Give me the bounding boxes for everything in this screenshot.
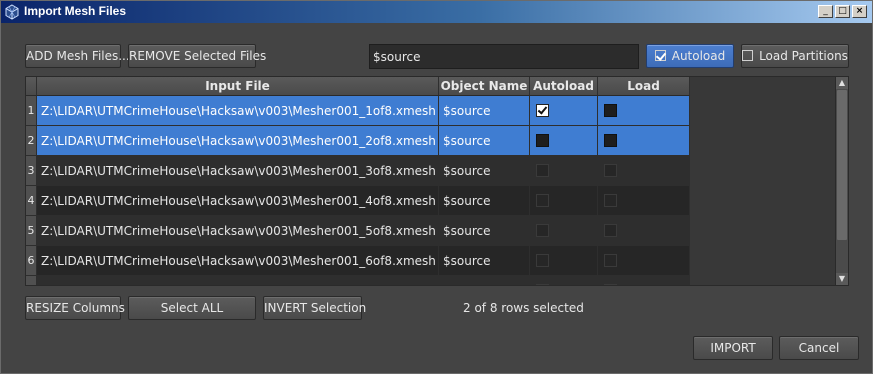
autoload-cell xyxy=(530,216,598,246)
load-partitions-row-checkbox xyxy=(604,284,617,285)
table-row[interactable]: 2 Z:\LIDAR\UTMCrimeHouse\Hacksaw\v003\Mes… xyxy=(26,126,690,156)
load-partitions-row-checkbox xyxy=(604,254,617,267)
autoload-cell xyxy=(530,156,598,186)
autoload-cell xyxy=(530,186,598,216)
load-partitions-row-checkbox xyxy=(604,224,617,237)
resize-columns-button[interactable]: RESIZE Columns xyxy=(25,296,125,320)
select-all-button[interactable]: Select ALL xyxy=(128,296,256,320)
column-header-load-partitions[interactable]: Load Partitions xyxy=(598,77,690,111)
import-mesh-files-dialog: Import Mesh Files _ □ × ADD Mesh Files..… xyxy=(0,0,873,374)
table-row[interactable]: 1 Z:\LIDAR\UTMCrimeHouse\Hacksaw\v003\Mes… xyxy=(26,96,690,126)
import-button[interactable]: IMPORT xyxy=(693,336,773,360)
load-partitions-row-checkbox[interactable] xyxy=(604,104,617,117)
load-partitions-row-checkbox xyxy=(604,194,617,207)
table-row[interactable]: 3 Z:\LIDAR\UTMCrimeHouse\Hacksaw\v003\Mes… xyxy=(26,156,690,186)
column-header-autoload[interactable]: Autoload xyxy=(530,77,598,96)
minimize-button[interactable]: _ xyxy=(818,5,833,18)
load-partitions-cell xyxy=(598,96,690,126)
object-name-cell[interactable]: $source xyxy=(439,276,530,285)
load-partitions-cell xyxy=(598,156,690,186)
autoload-toggle[interactable]: Autoload xyxy=(646,44,734,68)
row-number[interactable]: 6 xyxy=(26,246,37,276)
input-file-cell[interactable]: Z:\LIDAR\UTMCrimeHouse\Hacksaw\v003\Mesh… xyxy=(37,186,439,216)
scroll-thumb[interactable] xyxy=(837,90,847,240)
autoload-cell xyxy=(530,276,598,285)
row-number[interactable]: 4 xyxy=(26,186,37,216)
autoload-row-checkbox[interactable] xyxy=(536,134,549,147)
input-file-cell[interactable]: Z:\LIDAR\UTMCrimeHouse\Hacksaw\v003\Mesh… xyxy=(37,276,439,285)
autoload-row-checkbox[interactable] xyxy=(536,104,549,117)
object-name-cell[interactable]: $source xyxy=(439,246,530,276)
autoload-cell xyxy=(530,246,598,276)
table-row[interactable]: 6 Z:\LIDAR\UTMCrimeHouse\Hacksaw\v003\Mes… xyxy=(26,246,690,276)
invert-selection-button[interactable]: INVERT Selection xyxy=(263,296,366,320)
maximize-button[interactable]: □ xyxy=(835,5,850,18)
row-number[interactable]: 5 xyxy=(26,216,37,246)
add-mesh-files-button[interactable]: ADD Mesh Files... xyxy=(25,44,130,68)
selection-status: 2 of 8 rows selected xyxy=(463,301,584,315)
load-partitions-cell xyxy=(598,276,690,285)
row-number[interactable]: 2 xyxy=(26,126,37,156)
window-title: Import Mesh Files xyxy=(24,4,127,18)
load-partitions-cell xyxy=(598,126,690,156)
object-name-cell[interactable]: $source xyxy=(439,96,530,126)
object-name-cell[interactable]: $source xyxy=(439,216,530,246)
title-bar[interactable]: Import Mesh Files _ □ × xyxy=(1,1,872,23)
row-number[interactable]: 3 xyxy=(26,156,37,186)
load-partitions-row-checkbox[interactable] xyxy=(604,134,617,147)
load-partitions-cell xyxy=(598,216,690,246)
input-file-cell[interactable]: Z:\LIDAR\UTMCrimeHouse\Hacksaw\v003\Mesh… xyxy=(37,96,439,126)
object-name-cell[interactable]: $source xyxy=(439,126,530,156)
column-header-input-file[interactable]: Input File xyxy=(37,77,439,96)
table-row[interactable]: 4 Z:\LIDAR\UTMCrimeHouse\Hacksaw\v003\Mes… xyxy=(26,186,690,216)
scroll-up-arrow-icon[interactable]: ▲ xyxy=(836,77,848,89)
input-file-cell[interactable]: Z:\LIDAR\UTMCrimeHouse\Hacksaw\v003\Mesh… xyxy=(37,216,439,246)
autoload-label: Autoload xyxy=(671,49,726,63)
autoload-row-checkbox xyxy=(536,284,549,285)
autoload-row-checkbox xyxy=(536,254,549,267)
load-partitions-label: Load Partitions xyxy=(759,49,848,63)
close-button[interactable]: × xyxy=(852,5,867,18)
mesh-files-table: Input File Object Name Autoload Load Par… xyxy=(25,76,849,286)
table-row[interactable]: 5 Z:\LIDAR\UTMCrimeHouse\Hacksaw\v003\Mes… xyxy=(26,216,690,246)
input-file-cell[interactable]: Z:\LIDAR\UTMCrimeHouse\Hacksaw\v003\Mesh… xyxy=(37,126,439,156)
load-partitions-row-checkbox xyxy=(604,164,617,177)
input-file-cell[interactable]: Z:\LIDAR\UTMCrimeHouse\Hacksaw\v003\Mesh… xyxy=(37,246,439,276)
input-file-cell[interactable]: Z:\LIDAR\UTMCrimeHouse\Hacksaw\v003\Mesh… xyxy=(37,156,439,186)
autoload-cell xyxy=(530,126,598,156)
load-partitions-cell xyxy=(598,186,690,216)
column-header-object-name[interactable]: Object Name xyxy=(439,77,530,96)
source-name-input[interactable] xyxy=(369,44,639,69)
object-name-cell[interactable]: $source xyxy=(439,186,530,216)
load-partitions-cell xyxy=(598,246,690,276)
autoload-row-checkbox xyxy=(536,224,549,237)
table-row[interactable]: 7Z:\LIDAR\UTMCrimeHouse\Hacksaw\v003\Mes… xyxy=(26,276,690,285)
autoload-checkbox[interactable] xyxy=(654,50,666,61)
mesh-app-icon xyxy=(5,4,19,20)
cancel-button[interactable]: Cancel xyxy=(779,336,859,360)
load-partitions-toggle[interactable]: Load Partitions xyxy=(741,44,849,68)
row-number[interactable]: 1 xyxy=(26,96,37,126)
vertical-scrollbar[interactable]: ▲ ▼ xyxy=(835,77,848,285)
row-number-header xyxy=(26,77,37,96)
object-name-cell[interactable]: $source xyxy=(439,156,530,186)
scroll-down-arrow-icon[interactable]: ▼ xyxy=(836,273,848,285)
load-partitions-checkbox[interactable] xyxy=(742,50,754,61)
row-number[interactable]: 7 xyxy=(26,276,37,285)
autoload-row-checkbox xyxy=(536,164,549,177)
autoload-cell xyxy=(530,96,598,126)
autoload-row-checkbox xyxy=(536,194,549,207)
remove-selected-files-button[interactable]: REMOVE Selected Files xyxy=(128,44,266,68)
